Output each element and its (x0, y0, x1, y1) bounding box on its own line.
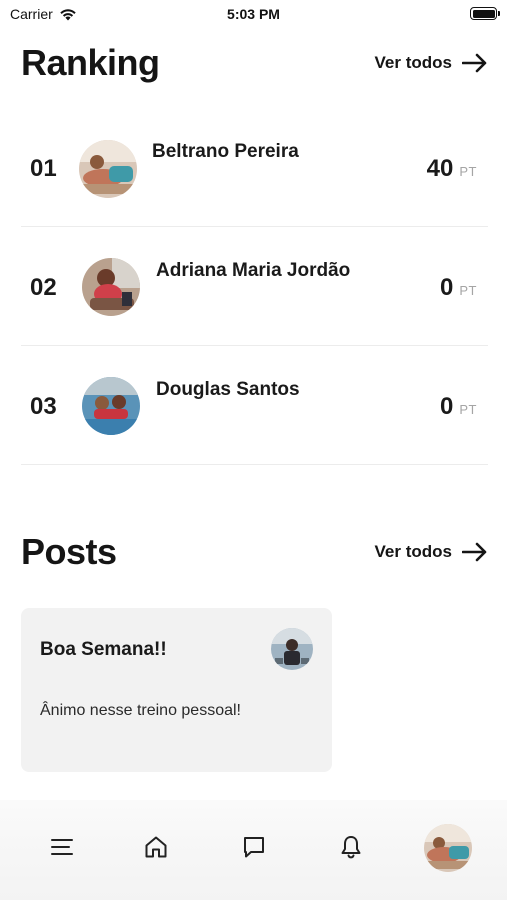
arrow-right-icon (462, 542, 487, 562)
see-all-label: Ver todos (374, 542, 452, 561)
home-icon (145, 836, 167, 858)
bottom-navigation (0, 800, 507, 900)
avatar (82, 258, 140, 316)
score-unit: PT (459, 283, 477, 298)
battery-icon (470, 7, 500, 20)
menu-icon (51, 839, 73, 855)
ranking-list: 01 Beltrano Pereira 40 PT 02 Adriana Mar… (21, 108, 488, 465)
ranking-score: 0 PT (440, 393, 477, 421)
arrow-right-icon (462, 53, 487, 73)
posts-see-all-button[interactable]: Ver todos (375, 542, 488, 562)
ranking-score: 40 PT (427, 155, 477, 183)
rank-position: 03 (30, 393, 57, 420)
rank-position: 02 (30, 274, 57, 301)
score-unit: PT (459, 164, 477, 179)
ranking-title: Ranking (21, 42, 160, 83)
ranking-user-name: Beltrano Pereira (152, 141, 299, 162)
nav-chat-button[interactable] (240, 833, 268, 861)
nav-profile-avatar[interactable] (424, 824, 472, 872)
nav-notifications-button[interactable] (337, 833, 365, 861)
ranking-user-name: Douglas Santos (156, 379, 300, 400)
ranking-row[interactable]: 03 Douglas Santos 0 PT (21, 346, 488, 465)
ranking-see-all-button[interactable]: Ver todos (375, 53, 488, 73)
post-body: Ânimo nesse treino pessoal! (40, 702, 241, 719)
ranking-user-name: Adriana Maria Jordão (156, 260, 351, 281)
post-card[interactable]: Boa Semana!! Ânimo nesse treino pessoal! (21, 608, 332, 772)
score-unit: PT (459, 402, 477, 417)
see-all-label: Ver todos (374, 53, 452, 72)
ranking-header: Ranking Ver todos (21, 42, 488, 84)
nav-home-button[interactable] (142, 833, 170, 861)
score-points: 0 (440, 274, 454, 301)
clock: 5:03 PM (227, 6, 280, 22)
posts-header: Posts Ver todos (21, 531, 488, 573)
chat-icon (244, 837, 264, 858)
ranking-row[interactable]: 01 Beltrano Pereira 40 PT (21, 108, 488, 227)
post-author-avatar (271, 628, 313, 670)
bell-icon (341, 836, 361, 859)
status-bar: Carrier 5:03 PM (0, 0, 507, 28)
avatar (82, 377, 140, 435)
post-title: Boa Semana!! (40, 639, 167, 660)
score-points: 40 (426, 155, 454, 182)
score-points: 0 (440, 393, 454, 420)
rank-position: 01 (30, 155, 57, 182)
ranking-score: 0 PT (440, 274, 477, 302)
posts-title: Posts (21, 531, 117, 572)
nav-menu-button[interactable] (48, 833, 76, 861)
ranking-row[interactable]: 02 Adriana Maria Jordão 0 PT (21, 227, 488, 346)
avatar (79, 140, 137, 198)
